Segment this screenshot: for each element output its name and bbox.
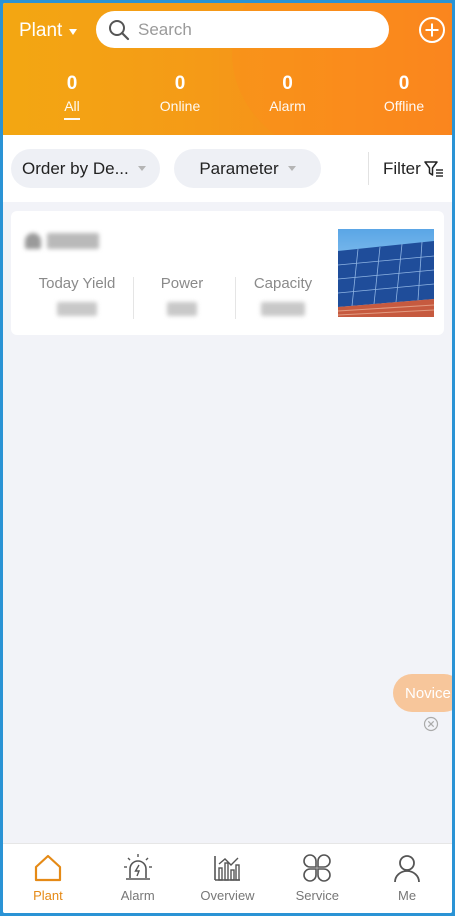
- clover-grid-icon: [303, 854, 332, 882]
- novice-guide-button[interactable]: Novice: [393, 674, 452, 712]
- plant-card[interactable]: Today Yield Power Capacity: [11, 211, 444, 335]
- novice-label: Novice: [405, 684, 451, 702]
- plant-selector-label: Plant: [19, 20, 63, 41]
- nav-plant[interactable]: Plant: [3, 844, 93, 913]
- search-icon: [109, 19, 130, 40]
- caret-down-icon: [69, 29, 78, 35]
- tab-offline[interactable]: 0 Offline: [356, 73, 452, 120]
- filter-bar: Order by De... Parameter Filter: [3, 135, 452, 202]
- nav-service[interactable]: Service: [272, 844, 362, 913]
- tab-online-count: 0: [174, 73, 186, 94]
- tab-offline-label: Offline: [383, 98, 425, 114]
- metric-value-redacted: [167, 302, 197, 316]
- divider: [368, 152, 369, 185]
- filter-label: Filter: [383, 159, 421, 178]
- filter-button[interactable]: Filter: [383, 159, 444, 179]
- tab-alarm-label: Alarm: [269, 98, 306, 114]
- header: Plant 0 All 0 Online 0: [3, 3, 452, 135]
- person-icon: [394, 855, 420, 883]
- search-box[interactable]: [96, 11, 389, 48]
- filter-funnel-icon: [424, 161, 443, 177]
- metric-capacity: Capacity: [233, 275, 333, 316]
- order-by-label: Order by De...: [22, 158, 129, 178]
- plant-name-row: [25, 233, 99, 249]
- metric-label: Today Yield: [38, 275, 116, 292]
- parameter-dropdown[interactable]: Parameter: [174, 149, 321, 188]
- parameter-label: Parameter: [199, 158, 279, 178]
- tab-all-label: All: [3, 98, 141, 120]
- solar-panel-image: [338, 229, 434, 317]
- nav-alarm-label: Alarm: [120, 888, 155, 903]
- tab-offline-count: 0: [398, 73, 410, 94]
- alarm-siren-icon: [123, 854, 152, 880]
- plant-status-icon: [25, 233, 41, 249]
- nav-me-label: Me: [398, 888, 417, 903]
- status-tabs: 0 All 0 Online 0 Alarm 0 Offline: [3, 73, 452, 120]
- caret-down-icon: [287, 166, 296, 171]
- house-icon: [34, 854, 61, 882]
- tab-alarm[interactable]: 0 Alarm: [219, 73, 356, 120]
- tab-all[interactable]: 0 All: [3, 73, 141, 120]
- caret-down-icon: [137, 166, 146, 171]
- nav-me[interactable]: Me: [362, 844, 452, 913]
- bottom-nav: Plant Alarm Overview Service Me: [3, 843, 452, 913]
- close-icon[interactable]: [423, 716, 439, 732]
- tab-all-count: 0: [66, 73, 78, 94]
- tab-online-label: Online: [159, 98, 201, 114]
- metric-today-yield: Today Yield: [23, 275, 131, 316]
- metric-label: Power: [160, 275, 204, 292]
- metric-value-redacted: [57, 302, 97, 316]
- nav-plant-label: Plant: [33, 888, 63, 903]
- nav-overview[interactable]: Overview: [183, 844, 273, 913]
- metric-power: Power: [131, 275, 233, 316]
- nav-overview-label: Overview: [200, 888, 255, 903]
- search-input[interactable]: [138, 19, 368, 40]
- tab-online[interactable]: 0 Online: [141, 73, 219, 120]
- add-plant-icon[interactable]: [418, 16, 446, 44]
- nav-alarm[interactable]: Alarm: [93, 844, 183, 913]
- tab-alarm-count: 0: [282, 73, 293, 94]
- bar-chart-icon: [214, 856, 241, 881]
- app-frame: Plant 0 All 0 Online 0: [3, 3, 452, 913]
- metric-label: Capacity: [253, 275, 313, 292]
- nav-service-label: Service: [295, 888, 339, 903]
- metric-value-redacted: [261, 302, 305, 316]
- plant-name-redacted: [47, 233, 99, 249]
- plant-selector[interactable]: Plant: [19, 20, 78, 42]
- plant-metrics: Today Yield Power Capacity: [23, 275, 333, 319]
- order-by-dropdown[interactable]: Order by De...: [11, 149, 160, 188]
